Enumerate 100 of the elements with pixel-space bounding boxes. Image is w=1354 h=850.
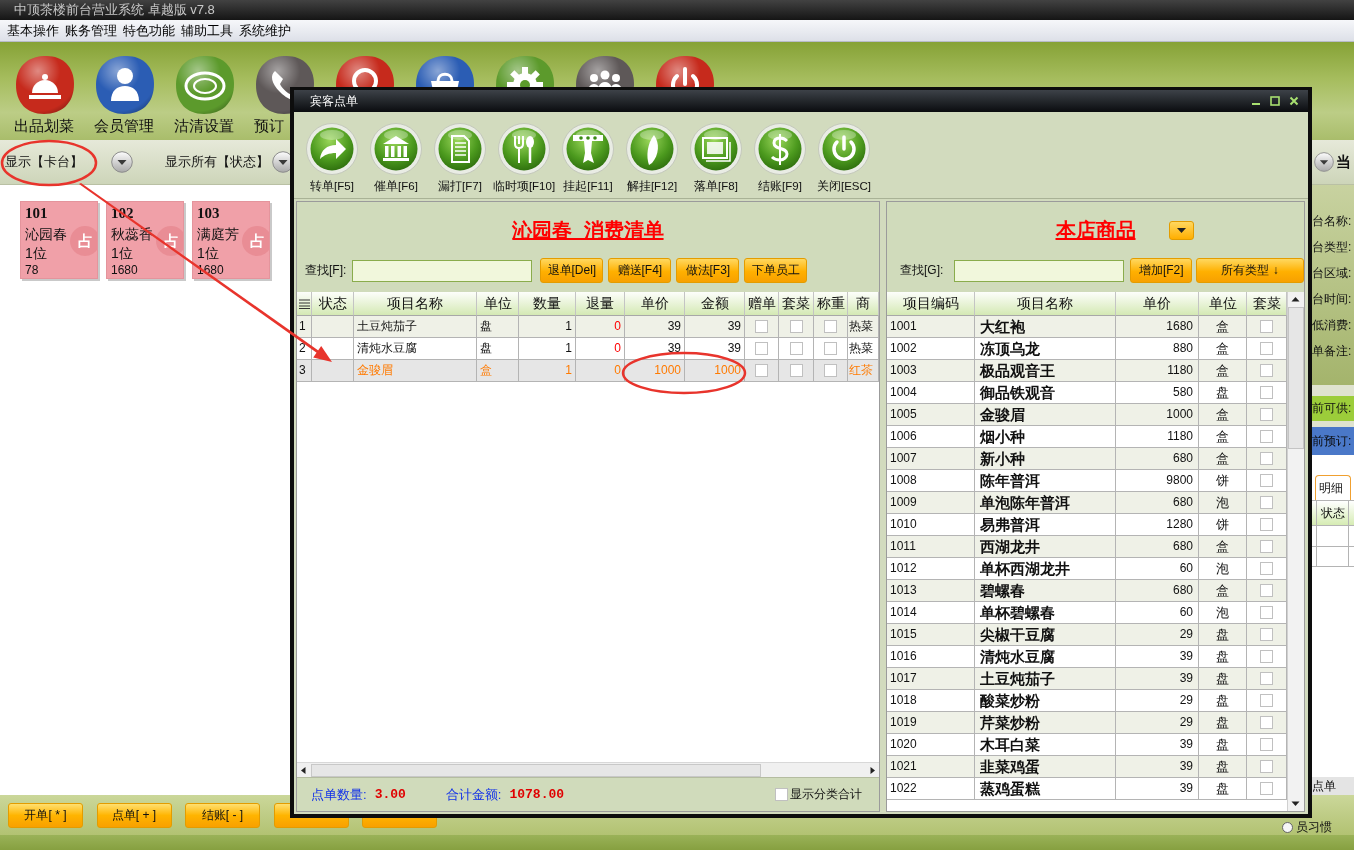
toolbar-button[interactable]: 转单[F5] bbox=[300, 123, 364, 193]
table-row[interactable]: 1020 木耳白菜 39 盘 bbox=[887, 734, 1287, 756]
action-button[interactable]: 下单员工 bbox=[744, 258, 808, 283]
field-label: 台类型: bbox=[1312, 239, 1352, 256]
action-button[interactable]: 点单[ + ] bbox=[96, 802, 172, 828]
dropdown-icon[interactable] bbox=[1314, 152, 1334, 172]
checkbox[interactable] bbox=[1260, 386, 1273, 399]
action-button[interactable]: 退单[Del] bbox=[540, 258, 604, 283]
table-row[interactable]: 1003 极品观音王 1180 盒 bbox=[887, 360, 1287, 382]
table-row[interactable]: 1022 蒸鸡蛋糕 39 盘 bbox=[887, 778, 1287, 800]
checkbox[interactable] bbox=[1260, 716, 1273, 729]
close-icon[interactable] bbox=[1289, 96, 1299, 106]
table-row[interactable]: 1011 西湖龙井 680 盒 bbox=[887, 536, 1287, 558]
toolbar-button[interactable]: 会员管理 bbox=[85, 42, 165, 136]
checkbox[interactable] bbox=[1260, 320, 1273, 333]
toolbar-button[interactable]: 沽清设置 bbox=[165, 42, 245, 136]
table-row[interactable]: 1002 冻顶乌龙 880 盒 bbox=[887, 338, 1287, 360]
toolbar-button[interactable]: 出品划菜 bbox=[5, 42, 85, 136]
dialog-title: 宾客点单 bbox=[310, 92, 359, 110]
table-row[interactable]: 1018 酸菜炒粉 29 盘 bbox=[887, 690, 1287, 712]
checkbox[interactable] bbox=[824, 342, 837, 355]
checkbox[interactable] bbox=[1260, 496, 1273, 509]
checkbox[interactable] bbox=[1260, 408, 1273, 421]
table-row[interactable]: 2 清炖水豆腐 盘 1 0 39 39 热菜 bbox=[297, 338, 879, 360]
scrollbar-thumb[interactable] bbox=[311, 763, 761, 777]
table-row[interactable]: 1019 芹菜炒粉 29 盘 bbox=[887, 712, 1287, 734]
table-row[interactable]: 3 金骏眉 盒 1 0 1000 1000 红茶 bbox=[297, 360, 879, 382]
toolbar-button[interactable]: 挂起[F11] bbox=[556, 123, 620, 193]
toolbar-button[interactable]: 解挂[F12] bbox=[620, 123, 684, 193]
table-row[interactable]: 1006 烟小种 1180 盒 bbox=[887, 426, 1287, 448]
checkbox[interactable] bbox=[1260, 694, 1273, 707]
table-row[interactable]: 1013 碧螺春 680 盒 bbox=[887, 580, 1287, 602]
toolbar-button[interactable]: 落单[F8] bbox=[684, 123, 748, 193]
horizontal-scrollbar[interactable] bbox=[297, 762, 879, 777]
table-row[interactable]: 1001 大红袍 1680 盒 bbox=[887, 316, 1287, 338]
action-button[interactable]: 做法[F3] bbox=[676, 258, 740, 283]
table-row[interactable]: 1021 韭菜鸡蛋 39 盘 bbox=[887, 756, 1287, 778]
menu-item[interactable]: 辅助工具 bbox=[178, 20, 236, 41]
action-button[interactable]: 赠送[F4] bbox=[608, 258, 672, 283]
checkbox[interactable] bbox=[755, 342, 768, 355]
checkbox[interactable] bbox=[1260, 584, 1273, 597]
action-button[interactable]: 增加[F2] bbox=[1130, 258, 1193, 283]
checkbox[interactable] bbox=[1260, 628, 1273, 641]
table-row[interactable]: 1004 御品铁观音 580 盘 bbox=[887, 382, 1287, 404]
search-field[interactable] bbox=[954, 259, 1125, 282]
checkbox[interactable] bbox=[755, 364, 768, 377]
checkbox[interactable] bbox=[824, 320, 837, 333]
checkbox[interactable] bbox=[755, 320, 768, 333]
toolbar-button[interactable]: 催单[F6] bbox=[364, 123, 428, 193]
checkbox[interactable] bbox=[775, 788, 788, 801]
checkbox[interactable] bbox=[1260, 452, 1273, 465]
checkbox[interactable] bbox=[1260, 672, 1273, 685]
toolbar-button[interactable]: 关闭[ESC] bbox=[812, 123, 876, 193]
table-row[interactable]: 1010 易弗普洱 1280 饼 bbox=[887, 514, 1287, 536]
checkbox[interactable] bbox=[1260, 738, 1273, 751]
radio-button[interactable] bbox=[1282, 822, 1293, 833]
scrollbar-thumb[interactable] bbox=[1288, 307, 1304, 449]
column-header: 称重 bbox=[814, 292, 848, 316]
checkbox[interactable] bbox=[824, 364, 837, 377]
dropdown-button[interactable] bbox=[1168, 220, 1194, 240]
toolbar-button[interactable]: 结账[F9] bbox=[748, 123, 812, 193]
dropdown-icon[interactable] bbox=[111, 151, 133, 173]
toolbar-button[interactable]: 临时项[F10] bbox=[492, 123, 556, 193]
vertical-scrollbar[interactable] bbox=[1287, 292, 1304, 811]
action-button[interactable]: 开单[ * ] bbox=[8, 802, 83, 828]
table-row[interactable]: 1008 陈年普洱 9800 饼 bbox=[887, 470, 1287, 492]
table-row[interactable]: 1012 单杯西湖龙井 60 泡 bbox=[887, 558, 1287, 580]
type-filter-button[interactable]: 所有类型 ↓ bbox=[1196, 258, 1304, 283]
window-title: 中顶茶楼前台营业系统 卓越版 v7.8 bbox=[14, 1, 215, 19]
checkbox[interactable] bbox=[1260, 540, 1273, 553]
checkbox[interactable] bbox=[1260, 562, 1273, 575]
table-row[interactable]: 1017 土豆炖茄子 39 盘 bbox=[887, 668, 1287, 690]
checkbox[interactable] bbox=[1260, 518, 1273, 531]
menu-item[interactable]: 系统维护 bbox=[236, 20, 294, 41]
toolbar-button[interactable]: 漏打[F7] bbox=[428, 123, 492, 193]
table-row[interactable]: 1015 尖椒干豆腐 29 盘 bbox=[887, 624, 1287, 646]
tab[interactable]: 明细 bbox=[1315, 475, 1351, 500]
checkbox[interactable] bbox=[1260, 606, 1273, 619]
checkbox[interactable] bbox=[1260, 760, 1273, 773]
table-row[interactable]: 1005 金骏眉 1000 盒 bbox=[887, 404, 1287, 426]
checkbox[interactable] bbox=[1260, 474, 1273, 487]
table-row[interactable]: 1 土豆炖茄子 盘 1 0 39 39 热菜 bbox=[297, 316, 879, 338]
checkbox[interactable] bbox=[1260, 364, 1273, 377]
checkbox[interactable] bbox=[1260, 342, 1273, 355]
table-row[interactable]: 1009 单泡陈年普洱 680 泡 bbox=[887, 492, 1287, 514]
table-row[interactable]: 1007 新小种 680 盒 bbox=[887, 448, 1287, 470]
table-row[interactable]: 1014 单杯碧螺春 60 泡 bbox=[887, 602, 1287, 624]
checkbox[interactable] bbox=[1260, 782, 1273, 795]
action-button[interactable]: 结账[ - ] bbox=[185, 802, 260, 828]
menu-item[interactable]: 账务管理 bbox=[62, 20, 120, 41]
maximize-icon[interactable] bbox=[1270, 96, 1280, 106]
menu-item[interactable]: 基本操作 bbox=[4, 20, 62, 41]
checkbox[interactable] bbox=[789, 364, 803, 377]
checkbox[interactable] bbox=[789, 342, 803, 355]
table-row[interactable]: 1016 清炖水豆腐 39 盘 bbox=[887, 646, 1287, 668]
checkbox[interactable] bbox=[789, 320, 803, 333]
checkbox[interactable] bbox=[1260, 430, 1273, 443]
search-field[interactable] bbox=[352, 259, 533, 282]
checkbox[interactable] bbox=[1260, 650, 1273, 663]
menu-item[interactable]: 特色功能 bbox=[120, 20, 178, 41]
